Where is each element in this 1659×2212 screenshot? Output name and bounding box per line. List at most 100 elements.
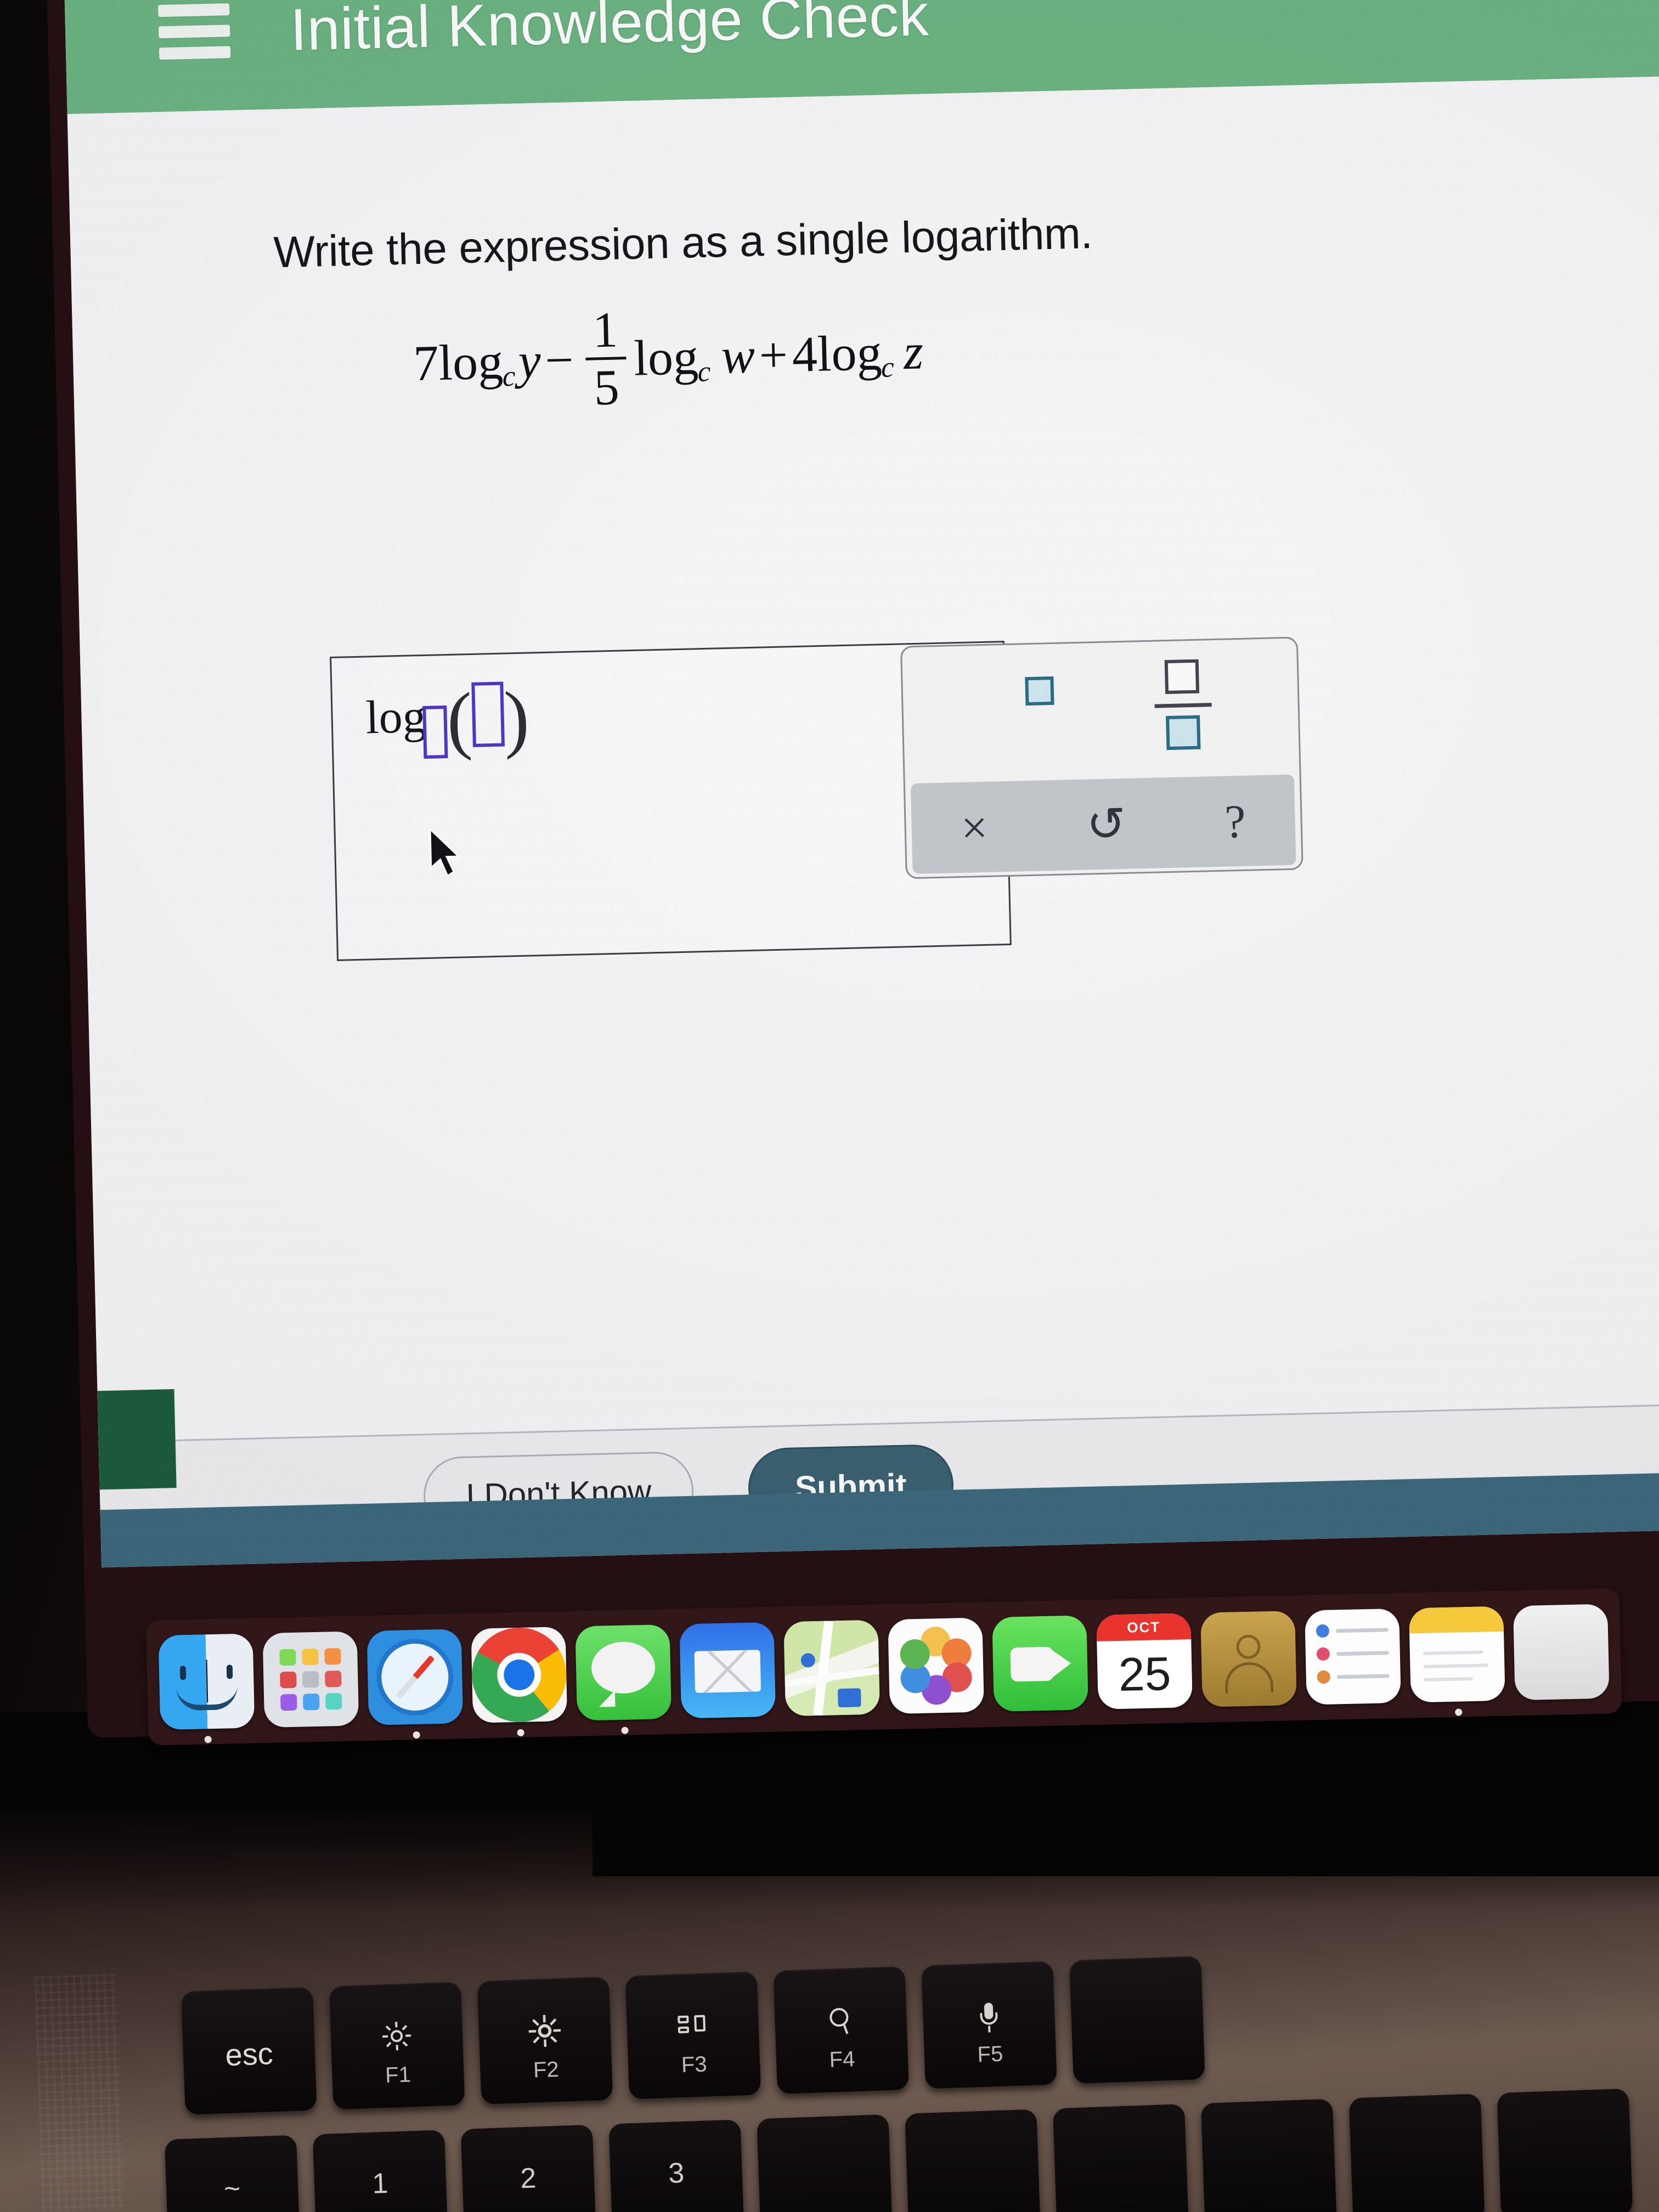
mail-icon — [679, 1622, 776, 1719]
expr-log-1: logc — [438, 331, 519, 393]
dock-item-messages[interactable] — [575, 1624, 672, 1734]
math-palette-templates — [902, 638, 1300, 783]
dock-item-launchpad[interactable] — [262, 1631, 359, 1728]
answer-argument-placeholder[interactable] — [471, 681, 505, 747]
answer-log-word: log — [365, 689, 427, 744]
key-f1[interactable]: F1 — [329, 1982, 465, 2110]
dock-item-photos[interactable] — [888, 1617, 984, 1714]
running-indicator — [413, 1731, 420, 1739]
clear-icon[interactable]: × — [961, 800, 989, 854]
launchpad-icon — [262, 1631, 359, 1728]
photos-icon — [888, 1617, 984, 1714]
contacts-icon — [1200, 1611, 1297, 1707]
facetime-icon — [992, 1615, 1088, 1712]
laptop-hinge — [592, 1810, 1659, 1876]
dock-item-contacts[interactable] — [1200, 1611, 1297, 1707]
key-8[interactable] — [1348, 2094, 1485, 2212]
dock-item-chrome[interactable] — [471, 1627, 568, 1736]
dock-item-app[interactable] — [1513, 1604, 1610, 1701]
key-f3-label: F3 — [681, 2052, 708, 2078]
dock-item-facetime[interactable] — [992, 1615, 1088, 1712]
key-esc[interactable]: esc — [181, 1987, 317, 2115]
dictation-mic-icon — [923, 2000, 1056, 2034]
key-1[interactable]: 1 — [312, 2130, 449, 2212]
notes-icon — [1409, 1606, 1505, 1703]
dock-item-reminders[interactable] — [1305, 1608, 1401, 1705]
dock-item-maps[interactable] — [783, 1620, 881, 1717]
key-2-label: 2 — [520, 2162, 537, 2195]
hamburger-bar-3 — [159, 46, 231, 60]
help-icon[interactable]: ? — [1224, 794, 1246, 848]
mouse-cursor-icon — [428, 826, 462, 878]
expr-log-1-base: c — [501, 359, 516, 393]
expr-op-1: − — [544, 331, 574, 388]
math-palette: × ↺ ? — [900, 636, 1304, 879]
laptop-base: esc F1 F2 F3 F4 F5 ~ 1 2 3 — [0, 1810, 1659, 2212]
expr-arg-2: w — [720, 327, 756, 384]
key-4[interactable] — [757, 2114, 893, 2212]
running-indicator — [1455, 1708, 1463, 1716]
expr-arg-1: y — [517, 332, 541, 389]
dock-item-notes[interactable] — [1409, 1606, 1505, 1716]
page-title: Initial Knowledge Check — [289, 0, 930, 63]
brightness-up-icon — [478, 2015, 611, 2047]
superscript-icon[interactable] — [984, 676, 1068, 749]
finder-icon — [158, 1633, 255, 1730]
key-3[interactable]: 3 — [608, 2119, 745, 2212]
hamburger-bar-1 — [158, 3, 230, 18]
answer-open-paren: ( — [445, 676, 473, 761]
expr-log-3-word: log — [816, 324, 883, 382]
speaker-grille — [34, 1973, 125, 2212]
key-tilde-label: ~ — [223, 2172, 241, 2205]
laptop-screen: Initial Knowledge Check Write the expres… — [0, 0, 1659, 1795]
calendar-day: 25 — [1118, 1647, 1172, 1702]
calendar-icon: OCT 25 — [1096, 1613, 1193, 1709]
answer-subscript-placeholder[interactable] — [422, 706, 448, 759]
hamburger-menu-icon[interactable] — [158, 0, 231, 63]
undo-icon[interactable]: ↺ — [1086, 797, 1126, 851]
fraction-denominator-box — [1165, 715, 1201, 750]
safari-icon — [366, 1629, 464, 1725]
dock-item-calendar[interactable]: OCT 25 — [1096, 1613, 1193, 1709]
fraction-bar — [1154, 702, 1212, 708]
app-icon-partial — [1513, 1604, 1610, 1701]
key-f2[interactable]: F2 — [477, 1976, 613, 2105]
brightness-down-icon — [330, 2021, 462, 2051]
spotlight-search-icon — [775, 2006, 907, 2039]
calendar-month: OCT — [1096, 1613, 1192, 1641]
expr-coef-1: 7 — [413, 334, 439, 391]
key-f4[interactable]: F4 — [773, 1966, 910, 2095]
expr-op-2: + — [758, 326, 789, 383]
messages-icon — [575, 1624, 672, 1721]
expr-arg-3: z — [902, 323, 924, 380]
expr-log-3-base: c — [881, 351, 895, 384]
running-indicator — [517, 1729, 524, 1736]
running-indicator — [621, 1726, 629, 1734]
key-tilde[interactable]: ~ — [165, 2135, 301, 2212]
reminders-icon — [1305, 1608, 1401, 1705]
window-edge-accent — [97, 1389, 177, 1490]
key-f1-label: F1 — [385, 2062, 411, 2088]
key-f5-label: F5 — [977, 2041, 1003, 2067]
expr-log-2-base: c — [697, 354, 711, 388]
expr-log-3: logc — [816, 323, 898, 384]
key-9[interactable] — [1497, 2088, 1633, 2212]
function-key-row: esc F1 F2 F3 F4 F5 — [181, 1956, 1205, 2115]
key-f5[interactable]: F5 — [921, 1961, 1057, 2089]
fraction-icon[interactable] — [1150, 657, 1218, 760]
hamburger-bar-2 — [158, 24, 230, 39]
key-f6[interactable] — [1069, 1956, 1205, 2084]
key-1-label: 1 — [371, 2167, 389, 2200]
key-7[interactable] — [1200, 2098, 1337, 2212]
key-6[interactable] — [1053, 2104, 1189, 2212]
dock-item-finder[interactable] — [158, 1633, 255, 1743]
dock-item-mail[interactable] — [679, 1622, 776, 1719]
key-f2-label: F2 — [533, 2057, 560, 2083]
key-f3[interactable]: F3 — [625, 1971, 761, 2100]
key-5[interactable] — [905, 2109, 1041, 2212]
key-2[interactable]: 2 — [460, 2124, 597, 2212]
chrome-icon — [471, 1627, 568, 1723]
answer-expression[interactable]: log ( ) — [365, 675, 531, 761]
mission-control-icon — [627, 2011, 759, 2038]
dock-item-safari[interactable] — [366, 1629, 464, 1739]
